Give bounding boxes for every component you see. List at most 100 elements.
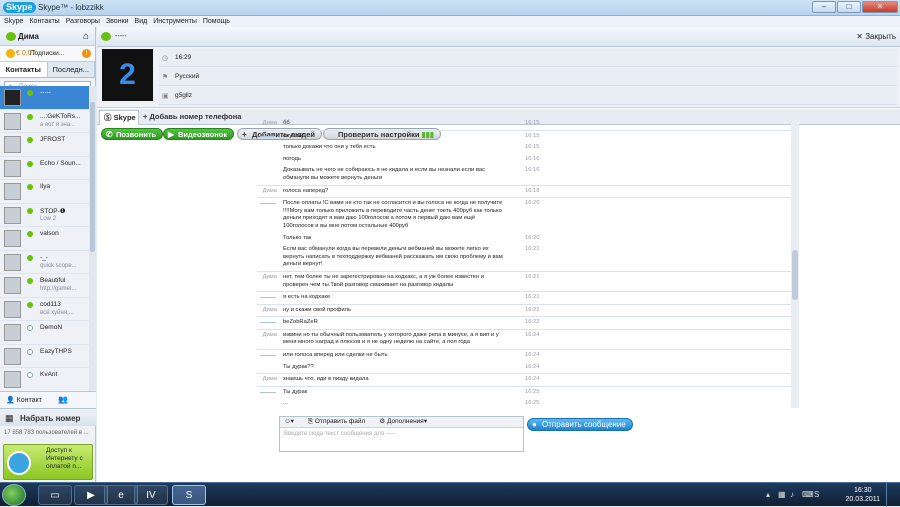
contact-item[interactable]: cod113 всё хуйня,... [0,298,89,321]
tab-recent[interactable]: Последн... [47,62,95,77]
call-label: Позвонить [116,130,157,139]
home-icon[interactable]: ⌂ [83,31,89,42]
contact-name: cod113 [40,300,61,308]
emoticon-button[interactable]: ☺▾ [284,417,294,427]
message-divider [260,203,276,205]
message-time: 16:24 [525,376,540,383]
message-time: 16:22 [525,319,540,326]
message-time: 16:20 [525,234,540,241]
tab-skype[interactable]: Ⓢ Skype [99,110,139,125]
message-divider [260,297,276,299]
contact-item[interactable]: ...:GeKToRs... а вот я зна... [0,110,89,133]
warning-icon[interactable]: ! [82,49,91,58]
contact-item[interactable]: JFROST [0,133,89,157]
credit-coin-icon [6,49,15,58]
chat-message: Ты дурак 16:25 [257,385,798,399]
tab-add-phone-label: Добавь номер телефона [149,112,242,121]
contact-item[interactable]: Echo / Soun... [0,157,89,180]
online-status-icon [27,160,33,167]
chat-scrollbar[interactable] [791,120,799,408]
contact-item[interactable]: DemoN [0,321,89,345]
extras-button[interactable]: ⚙ Дополнения▾ [379,417,427,427]
taskbar-media-player[interactable]: ▶ [74,485,108,505]
maximize-button[interactable]: □ [837,1,861,13]
message-time: 16:24 [525,363,540,370]
scrollbar-thumb[interactable] [90,102,95,252]
dial-number-button[interactable]: ▦ Набрать номер [0,408,96,426]
window-controls: – □ ✕ [812,1,898,13]
send-message-button[interactable]: ● Отправить сообщение [527,418,633,431]
start-button[interactable] [2,484,26,506]
contact-item[interactable]: KvAnt [0,368,89,392]
taskbar-explorer[interactable]: ▭ [38,485,72,505]
taskbar-ie[interactable]: e [104,485,138,505]
taskbar-skype[interactable]: S [172,485,206,505]
network-icon[interactable]: ▦ [778,490,786,499]
language-icon: ⚑ [162,74,169,81]
tab-contacts[interactable]: Контакты [0,62,48,77]
send-file-label: Отправить файл [314,418,366,425]
chat-message: я есть на кодхаке 16:21 [257,291,798,304]
menu-help[interactable]: Помощь [203,18,230,25]
skype-tray-icon[interactable]: S [814,490,819,499]
clock[interactable]: 16:30 20.03.2011 [845,486,880,504]
add-contact-button[interactable]: 👤 Контакт [6,396,42,404]
contact-avatar [4,89,21,106]
contact-list-scrollbar[interactable] [89,86,96,392]
add-people-icon: + [242,130,247,139]
menu-calls[interactable]: Звонки [106,18,129,25]
message-text: погодь [283,155,301,162]
taskbar-gta[interactable]: IV [134,485,168,505]
chat-message: Дима знаешь что, иди в пизду кидала 16:24 [257,373,798,386]
chat-message: Доказывать не чего не собираюсь я не кид… [257,165,798,184]
menu-contacts[interactable]: Контакты [29,18,59,25]
tab-add-phone[interactable]: + Добавь номер телефона [143,112,241,121]
contact-list: ----- ...:GeKToRs... а вот я зна... JFROS… [0,86,89,392]
add-group-icon[interactable]: 👥 [58,395,68,404]
chat-message: погодь 16:16 [257,154,798,166]
skype-taskbar-icon: S [185,490,193,501]
contact-avatar [4,183,21,200]
video-call-button[interactable]: ▶ Видеозвонок [163,128,235,140]
minimize-button[interactable]: – [812,1,836,13]
contact-name: ...:GeKToRs... [40,112,81,120]
contact-name: DemoN [40,324,63,331]
online-status-icon[interactable] [6,32,16,41]
credit-row[interactable]: € 0,07 Подписки... ! [0,46,95,62]
show-desktop-button[interactable] [886,483,898,507]
contact-item[interactable]: ----- [0,86,89,110]
subscriptions-link[interactable]: Подписки... [30,50,64,57]
online-status-icon [101,32,111,41]
menu-conversations[interactable]: Разговоры [66,18,100,25]
info-value: 16:29 [175,54,192,61]
contact-item[interactable]: STOP-❶ Low 2 [0,204,89,227]
contact-name: -_- [40,253,48,261]
menu-skype[interactable]: Skype [4,18,23,25]
menu-view[interactable]: Вид [135,18,148,25]
contact-item[interactable]: -_- quick scope... [0,251,89,274]
scrollbar-thumb[interactable] [792,250,798,300]
message-sender: Дима [262,331,277,338]
send-file-button[interactable]: ⎘ Отправить файл [308,417,365,427]
contact-item[interactable]: Beautiful http://gamel... [0,274,89,298]
close-conversation-button[interactable]: ✕ Закрыть [856,32,896,41]
contact-item[interactable]: valson [0,227,89,251]
contact-item[interactable]: Ilya [0,180,89,204]
contact-name: STOP-❶ [40,207,66,215]
tray-arrow-icon[interactable]: ▴ [766,490,770,499]
close-label: Закрыть [865,32,896,41]
compose-toolbar: ☺▾ ⎘ Отправить файл ⚙ Дополнения▾ [280,417,523,428]
online-status-icon [27,254,33,261]
chat-message: После оплаты !С вами не кто так не согла… [257,197,798,232]
message-text: нет, тем более ты не зарегестрирован на … [283,273,484,288]
user-status-row[interactable]: Дима ⌂ [0,27,95,46]
contact-avatar [4,112,21,130]
message-input[interactable]: Введите сюда текст сообщения для ----- [280,428,523,440]
volume-icon[interactable]: ♪ [790,490,794,499]
contact-item[interactable]: EazyTHPS [0,345,89,368]
close-window-button[interactable]: ✕ [862,1,898,13]
menu-tools[interactable]: Инструменты [153,18,197,25]
keyboard-icon[interactable]: ⌨ [802,490,814,499]
call-button[interactable]: ✆ Позвонить [101,128,164,140]
promo-banner[interactable]: Доступ к Интернету с оплатой п... [3,444,93,480]
